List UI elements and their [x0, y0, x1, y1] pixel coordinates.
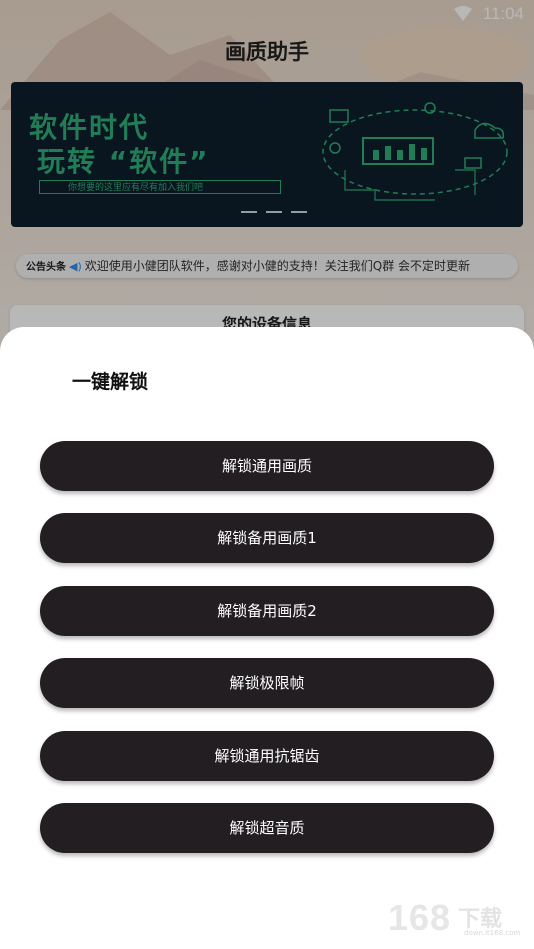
- unlock-antialiasing-button[interactable]: 解锁通用抗锯齿: [40, 731, 494, 781]
- watermark-url: down.it168.com: [464, 929, 521, 937]
- watermark-digits: 168: [388, 897, 452, 938]
- unlock-backup-quality-2-button[interactable]: 解锁备用画质2: [40, 586, 494, 636]
- unlock-super-audio-button[interactable]: 解锁超音质: [40, 803, 494, 853]
- sheet-title: 一键解锁: [72, 371, 149, 393]
- unlock-bottom-sheet: 一键解锁 解锁通用画质 解锁备用画质1 解锁备用画质2 解锁极限帧 解锁通用抗锯…: [0, 327, 534, 949]
- unlock-max-framerate-button[interactable]: 解锁极限帧: [40, 658, 494, 708]
- unlock-general-quality-button[interactable]: 解锁通用画质: [40, 441, 494, 491]
- unlock-backup-quality-1-button[interactable]: 解锁备用画质1: [40, 513, 494, 563]
- site-watermark: 168 下载 down.it168.com: [388, 897, 528, 941]
